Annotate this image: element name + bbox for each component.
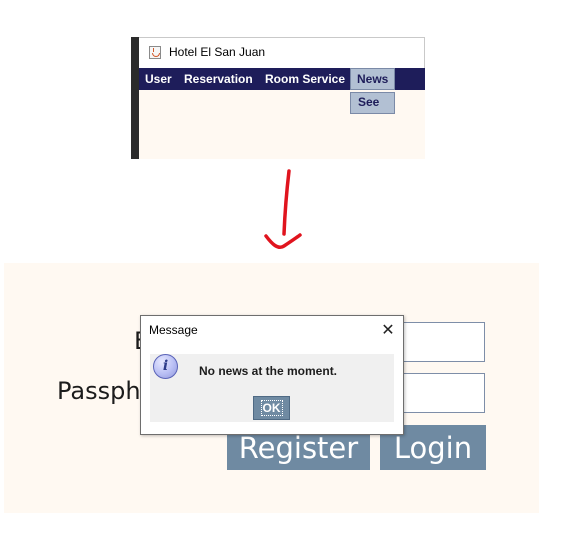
window-title-bar: Hotel El San Juan	[139, 37, 425, 68]
menu-item-see[interactable]: See	[358, 95, 379, 109]
passphrase-label: Passph	[57, 377, 141, 405]
dialog-body: i No news at the moment. OK	[150, 354, 394, 422]
menu-room-service[interactable]: Room Service	[265, 68, 345, 90]
menu-user[interactable]: User	[145, 68, 172, 90]
message-dialog: Message ✕ i No news at the moment. OK	[140, 315, 404, 435]
window-title: Hotel El San Juan	[169, 45, 266, 59]
close-icon[interactable]: ✕	[377, 319, 399, 341]
dialog-title: Message	[149, 323, 198, 337]
red-arrow-annotation	[264, 169, 302, 249]
main-window-snippet: Hotel El San Juan User Reservation Room …	[131, 37, 425, 159]
ok-button-label: OK	[260, 400, 283, 416]
java-cup-icon	[149, 46, 161, 59]
ok-button[interactable]: OK	[253, 396, 290, 420]
menu-news[interactable]: News	[350, 68, 396, 90]
passphrase-field[interactable]	[395, 373, 485, 413]
menu-reservation[interactable]: Reservation	[184, 68, 253, 90]
dialog-message: No news at the moment.	[199, 364, 338, 378]
email-field[interactable]	[395, 322, 485, 362]
window-edge	[131, 37, 139, 159]
news-dropdown-menu: See	[350, 92, 395, 114]
menubar: User Reservation Room Service News	[139, 68, 425, 90]
info-icon: i	[153, 354, 178, 379]
